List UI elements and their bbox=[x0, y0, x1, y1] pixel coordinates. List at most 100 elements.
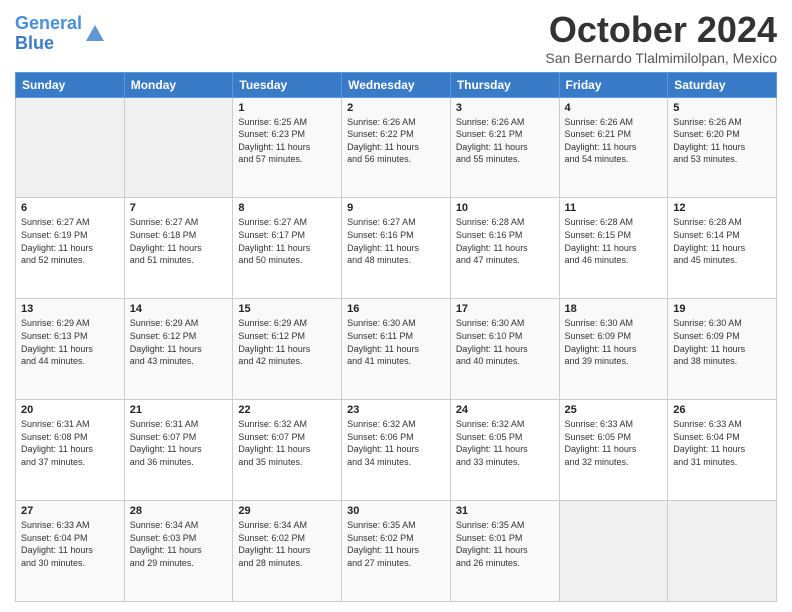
calendar-cell: 18 Sunrise: 6:30 AM Sunset: 6:09 PM Dayli… bbox=[559, 299, 668, 400]
day-number: 5 bbox=[673, 102, 771, 114]
page: General Blue October 2024 San Bernardo T… bbox=[0, 0, 792, 612]
calendar-cell: 26Sunrise: 6:33 AM Sunset: 6:04 PM Dayli… bbox=[668, 400, 777, 501]
week-row-2: 6 Sunrise: 6:27 AM Sunset: 6:19 PM Daylig… bbox=[16, 198, 777, 299]
cell-content: Sunrise: 6:28 AM Sunset: 6:16 PM Dayligh… bbox=[456, 216, 554, 266]
calendar-cell: 8Sunrise: 6:27 AM Sunset: 6:17 PM Daylig… bbox=[233, 198, 342, 299]
cell-content: Sunrise: 6:25 AM Sunset: 6:23 PM Dayligh… bbox=[238, 116, 336, 166]
calendar-cell: 13 Sunrise: 6:29 AM Sunset: 6:13 PM Dayli… bbox=[16, 299, 125, 400]
day-header-sunday: Sunday bbox=[16, 72, 125, 97]
day-number: 11 bbox=[565, 202, 663, 214]
logo-text: General Blue bbox=[15, 14, 82, 54]
day-number: 27 bbox=[21, 505, 119, 517]
cell-content: Sunrise: 6:26 AM Sunset: 6:21 PM Dayligh… bbox=[565, 116, 663, 166]
day-number: 28 bbox=[130, 505, 228, 517]
cell-content: Sunrise: 6:28 AM Sunset: 6:14 PM Dayligh… bbox=[673, 216, 771, 266]
calendar-cell: 4 Sunrise: 6:26 AM Sunset: 6:21 PM Daylig… bbox=[559, 97, 668, 198]
day-number: 13 bbox=[21, 303, 119, 315]
calendar-table: SundayMondayTuesdayWednesdayThursdayFrid… bbox=[15, 72, 777, 602]
calendar-cell: 27 Sunrise: 6:33 AM Sunset: 6:04 PM Dayli… bbox=[16, 501, 125, 602]
day-number: 4 bbox=[565, 102, 663, 114]
calendar-cell: 23 Sunrise: 6:32 AM Sunset: 6:06 PM Dayli… bbox=[342, 400, 451, 501]
calendar-cell: 19Sunrise: 6:30 AM Sunset: 6:09 PM Dayli… bbox=[668, 299, 777, 400]
day-number: 24 bbox=[456, 404, 554, 416]
calendar-cell: 3Sunrise: 6:26 AM Sunset: 6:21 PM Daylig… bbox=[450, 97, 559, 198]
calendar-cell: 31Sunrise: 6:35 AM Sunset: 6:01 PM Dayli… bbox=[450, 501, 559, 602]
day-number: 17 bbox=[456, 303, 554, 315]
cell-content: Sunrise: 6:31 AM Sunset: 6:08 PM Dayligh… bbox=[21, 418, 119, 468]
cell-content: Sunrise: 6:32 AM Sunset: 6:07 PM Dayligh… bbox=[238, 418, 336, 468]
cell-content: Sunrise: 6:31 AM Sunset: 6:07 PM Dayligh… bbox=[130, 418, 228, 468]
calendar-cell bbox=[668, 501, 777, 602]
month-title: October 2024 bbox=[545, 10, 777, 50]
day-number: 22 bbox=[238, 404, 336, 416]
cell-content: Sunrise: 6:29 AM Sunset: 6:12 PM Dayligh… bbox=[130, 317, 228, 367]
cell-content: Sunrise: 6:34 AM Sunset: 6:03 PM Dayligh… bbox=[130, 519, 228, 569]
day-header-thursday: Thursday bbox=[450, 72, 559, 97]
cell-content: Sunrise: 6:30 AM Sunset: 6:10 PM Dayligh… bbox=[456, 317, 554, 367]
day-number: 21 bbox=[130, 404, 228, 416]
header: General Blue October 2024 San Bernardo T… bbox=[15, 10, 777, 66]
day-number: 23 bbox=[347, 404, 445, 416]
cell-content: Sunrise: 6:27 AM Sunset: 6:18 PM Dayligh… bbox=[130, 216, 228, 266]
day-number: 19 bbox=[673, 303, 771, 315]
cell-content: Sunrise: 6:30 AM Sunset: 6:11 PM Dayligh… bbox=[347, 317, 445, 367]
calendar-cell: 17 Sunrise: 6:30 AM Sunset: 6:10 PM Dayli… bbox=[450, 299, 559, 400]
day-number: 2 bbox=[347, 102, 445, 114]
calendar-cell: 29Sunrise: 6:34 AM Sunset: 6:02 PM Dayli… bbox=[233, 501, 342, 602]
calendar-cell bbox=[559, 501, 668, 602]
day-header-monday: Monday bbox=[124, 72, 233, 97]
day-number: 29 bbox=[238, 505, 336, 517]
calendar-cell: 5 Sunrise: 6:26 AM Sunset: 6:20 PM Daylig… bbox=[668, 97, 777, 198]
calendar-cell: 6 Sunrise: 6:27 AM Sunset: 6:19 PM Daylig… bbox=[16, 198, 125, 299]
calendar-cell: 9 Sunrise: 6:27 AM Sunset: 6:16 PM Daylig… bbox=[342, 198, 451, 299]
logo: General Blue bbox=[15, 10, 106, 54]
cell-content: Sunrise: 6:29 AM Sunset: 6:12 PM Dayligh… bbox=[238, 317, 336, 367]
day-number: 15 bbox=[238, 303, 336, 315]
calendar-cell: 7 Sunrise: 6:27 AM Sunset: 6:18 PM Daylig… bbox=[124, 198, 233, 299]
cell-content: Sunrise: 6:26 AM Sunset: 6:22 PM Dayligh… bbox=[347, 116, 445, 166]
calendar-cell: 21 Sunrise: 6:31 AM Sunset: 6:07 PM Dayli… bbox=[124, 400, 233, 501]
calendar-cell: 11 Sunrise: 6:28 AM Sunset: 6:15 PM Dayli… bbox=[559, 198, 668, 299]
calendar-cell: 16 Sunrise: 6:30 AM Sunset: 6:11 PM Dayli… bbox=[342, 299, 451, 400]
cell-content: Sunrise: 6:28 AM Sunset: 6:15 PM Dayligh… bbox=[565, 216, 663, 266]
calendar-cell: 12 Sunrise: 6:28 AM Sunset: 6:14 PM Dayli… bbox=[668, 198, 777, 299]
calendar-cell: 30 Sunrise: 6:35 AM Sunset: 6:02 PM Dayli… bbox=[342, 501, 451, 602]
cell-content: Sunrise: 6:27 AM Sunset: 6:16 PM Dayligh… bbox=[347, 216, 445, 266]
calendar-cell: 10 Sunrise: 6:28 AM Sunset: 6:16 PM Dayli… bbox=[450, 198, 559, 299]
day-number: 25 bbox=[565, 404, 663, 416]
cell-content: Sunrise: 6:35 AM Sunset: 6:02 PM Dayligh… bbox=[347, 519, 445, 569]
location-title: San Bernardo Tlalmimilolpan, Mexico bbox=[545, 50, 777, 66]
cell-content: Sunrise: 6:27 AM Sunset: 6:17 PM Dayligh… bbox=[238, 216, 336, 266]
day-number: 12 bbox=[673, 202, 771, 214]
calendar-cell: 24Sunrise: 6:32 AM Sunset: 6:05 PM Dayli… bbox=[450, 400, 559, 501]
day-number: 16 bbox=[347, 303, 445, 315]
cell-content: Sunrise: 6:33 AM Sunset: 6:04 PM Dayligh… bbox=[673, 418, 771, 468]
cell-content: Sunrise: 6:33 AM Sunset: 6:05 PM Dayligh… bbox=[565, 418, 663, 468]
cell-content: Sunrise: 6:33 AM Sunset: 6:04 PM Dayligh… bbox=[21, 519, 119, 569]
cell-content: Sunrise: 6:32 AM Sunset: 6:06 PM Dayligh… bbox=[347, 418, 445, 468]
calendar-cell bbox=[124, 97, 233, 198]
day-number: 10 bbox=[456, 202, 554, 214]
calendar-cell: 20Sunrise: 6:31 AM Sunset: 6:08 PM Dayli… bbox=[16, 400, 125, 501]
cell-content: Sunrise: 6:29 AM Sunset: 6:13 PM Dayligh… bbox=[21, 317, 119, 367]
day-number: 31 bbox=[456, 505, 554, 517]
day-number: 18 bbox=[565, 303, 663, 315]
cell-content: Sunrise: 6:26 AM Sunset: 6:20 PM Dayligh… bbox=[673, 116, 771, 166]
calendar-cell: 22 Sunrise: 6:32 AM Sunset: 6:07 PM Dayli… bbox=[233, 400, 342, 501]
cell-content: Sunrise: 6:30 AM Sunset: 6:09 PM Dayligh… bbox=[565, 317, 663, 367]
day-header-wednesday: Wednesday bbox=[342, 72, 451, 97]
day-number: 14 bbox=[130, 303, 228, 315]
day-header-saturday: Saturday bbox=[668, 72, 777, 97]
calendar-cell bbox=[16, 97, 125, 198]
calendar-cell: 1Sunrise: 6:25 AM Sunset: 6:23 PM Daylig… bbox=[233, 97, 342, 198]
day-number: 6 bbox=[21, 202, 119, 214]
day-number: 30 bbox=[347, 505, 445, 517]
week-row-3: 13 Sunrise: 6:29 AM Sunset: 6:13 PM Dayli… bbox=[16, 299, 777, 400]
day-header-friday: Friday bbox=[559, 72, 668, 97]
calendar-cell: 14 Sunrise: 6:29 AM Sunset: 6:12 PM Dayli… bbox=[124, 299, 233, 400]
week-row-5: 27 Sunrise: 6:33 AM Sunset: 6:04 PM Dayli… bbox=[16, 501, 777, 602]
day-number: 7 bbox=[130, 202, 228, 214]
cell-content: Sunrise: 6:27 AM Sunset: 6:19 PM Dayligh… bbox=[21, 216, 119, 266]
day-number: 9 bbox=[347, 202, 445, 214]
cell-content: Sunrise: 6:26 AM Sunset: 6:21 PM Dayligh… bbox=[456, 116, 554, 166]
